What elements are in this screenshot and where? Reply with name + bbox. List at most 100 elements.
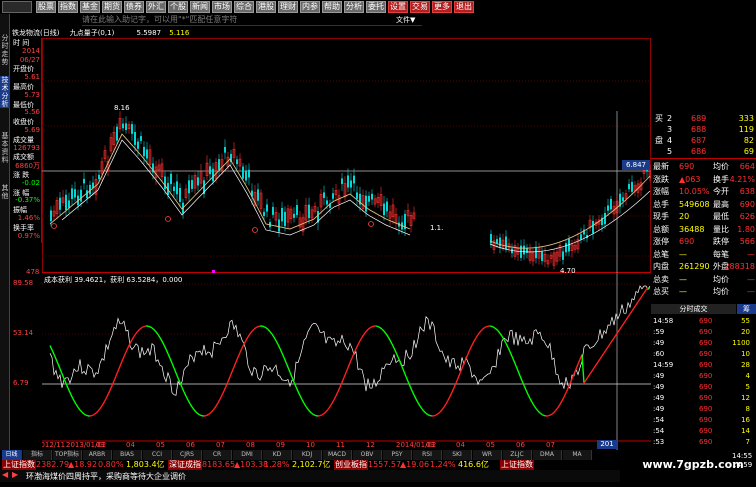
candle-body [164,176,166,190]
order-level: 3 [667,125,673,134]
bottom-tab-2[interactable]: TOP指标 [53,450,82,460]
news-text[interactable]: 环渤海煤价四周持平，采购商等待大企业调价 [26,471,186,482]
order-volume: 119 [738,125,754,134]
toolbar-button-15[interactable]: 委托 [366,1,386,13]
indicator-line-color [277,344,281,349]
indicator-line-color [523,385,527,391]
toolbar-button-3[interactable]: 期货 [102,1,122,13]
toolbar-button-16[interactable]: 设置 [388,1,408,13]
indicator-line-color [267,328,271,332]
indicator-title: 成本获利 39.4621，获利 63.5284，0.000 [44,275,182,284]
search-input[interactable]: 请在此输入助记字，可以用"*"匹配任意字符 [82,14,422,26]
indicator-line-color [407,381,411,387]
indicator-line-color [493,326,497,330]
stat-value: — [679,287,687,296]
toolbar-button-5[interactable]: 外汇 [146,1,166,13]
ma-line-2 [61,139,411,236]
candle-body [272,206,274,215]
bottom-tab-11[interactable]: MACD [323,450,352,460]
indicator-line-color [105,394,109,400]
indicator-line-color [219,394,223,400]
quote-info-panel: 时 间 2014 06/27 开盘价 5.61 最高价 5.73 最低价 5.56 收盘价 5.69… [11,38,42,243]
bottom-tab-13[interactable]: PSY [383,450,412,460]
indicator-line-color [193,409,197,413]
index-val: 1557.57 [368,460,402,469]
bottom-tab-10[interactable]: KDJ [293,450,322,460]
indicator-line-color [241,343,245,349]
index-name[interactable]: 上证指数 [2,460,36,470]
index-name[interactable]: 创业板指 [334,460,368,470]
news-next-icon[interactable]: ▶ [12,470,18,479]
toolbar-button-1[interactable]: 指数 [58,1,78,13]
tab-intraday[interactable]: 分时走势 [0,34,10,66]
toolbar-button-9[interactable]: 综合 [234,1,254,13]
bottom-tab-6[interactable]: CJRS [173,450,202,460]
bottom-tab-0[interactable]: 日线 [2,450,22,460]
tab-other[interactable]: 其他 [0,184,10,200]
ticks-tab[interactable]: 筹 [737,304,756,314]
toolbar-button-4[interactable]: 债券 [124,1,144,13]
bottom-tab-19[interactable]: MA [563,450,592,460]
toolbar-button-17[interactable]: 交易 [410,1,430,13]
tab-technical[interactable]: 技术分析 [0,76,10,108]
indicator-line-color [49,345,53,351]
toolbar-button-13[interactable]: 帮助 [322,1,342,13]
bottom-tab-3[interactable]: ARBR [83,450,112,460]
ticks-header[interactable]: 分时成交 [651,304,736,314]
bottom-tab-12[interactable]: OBV [353,450,382,460]
toolbar-button-0[interactable]: 股票 [36,1,56,13]
toolbar-button-19[interactable]: 退出 [454,1,474,13]
tick-volume: 7 [745,438,750,446]
toolbar-button-10[interactable]: 港股 [256,1,276,13]
indicator-line-color [107,390,111,395]
indicator-line-color [511,356,515,362]
indicator-line-color [559,400,563,405]
tick-volume: 16 [741,416,750,424]
bottom-tab-7[interactable]: CR [203,450,232,460]
index-name[interactable]: 上证指数 [500,460,534,470]
x-tick-label: 2012/11 [42,441,65,449]
tick-price: 690 [699,328,713,336]
candle-body [368,195,370,202]
indicator-line-color [183,391,187,397]
tick-time: :49 [653,383,665,391]
indicator-line-color [331,399,335,404]
order-level: 2 [667,114,673,123]
order-price: 689 [691,114,707,123]
bottom-tab-18[interactable]: DMA [533,450,562,460]
candle-body [179,187,181,202]
toolbar-button-11[interactable]: 理财 [278,1,298,13]
toolbar-button-14[interactable]: 分析 [344,1,364,13]
toolbar-button-8[interactable]: 市场 [212,1,232,13]
toolbar-button-12[interactable]: 内参 [300,1,320,13]
toolbar-button-2[interactable]: 基金 [80,1,100,13]
bottom-tab-15[interactable]: SKI [443,450,472,460]
indicator-line-color [527,394,531,399]
tab-fundamentals[interactable]: 基本资料 [0,132,10,164]
indicator-line-color [543,414,547,417]
file-menu[interactable]: 文件▼ [396,15,415,25]
indicator-line-color [255,325,259,329]
bottom-tab-17[interactable]: ZLJC [503,450,532,460]
indicator-line-color [179,382,183,388]
indicator-line-color [161,340,165,346]
bottom-tab-5[interactable]: CCI [143,450,172,460]
bottom-tab-4[interactable]: BIAS [113,450,142,460]
bottom-tab-14[interactable]: RSI [413,450,442,460]
bottom-tab-9[interactable]: KD [263,450,292,460]
bottom-tab-16[interactable]: WR [473,450,502,460]
stat-value: 261290 [679,262,710,271]
indicator-line-color [581,354,585,384]
toolbar-button-18[interactable]: 更多 [432,1,452,13]
index-name[interactable]: 深证成指 [168,460,202,470]
toolbar-button-6[interactable]: 个股 [168,1,188,13]
indicator-line-color [111,380,115,386]
bottom-tab-1[interactable]: 指标 [23,450,52,460]
indicator-line-color [335,391,339,397]
stat-label: 现手 [653,212,669,221]
news-arrow-icon[interactable]: ◀ [2,470,8,479]
bottom-tab-8[interactable]: DMI [233,450,262,460]
toolbar-button-7[interactable]: 新闻 [190,1,210,13]
indicator-line-color [199,414,203,417]
candle-body [371,193,373,200]
